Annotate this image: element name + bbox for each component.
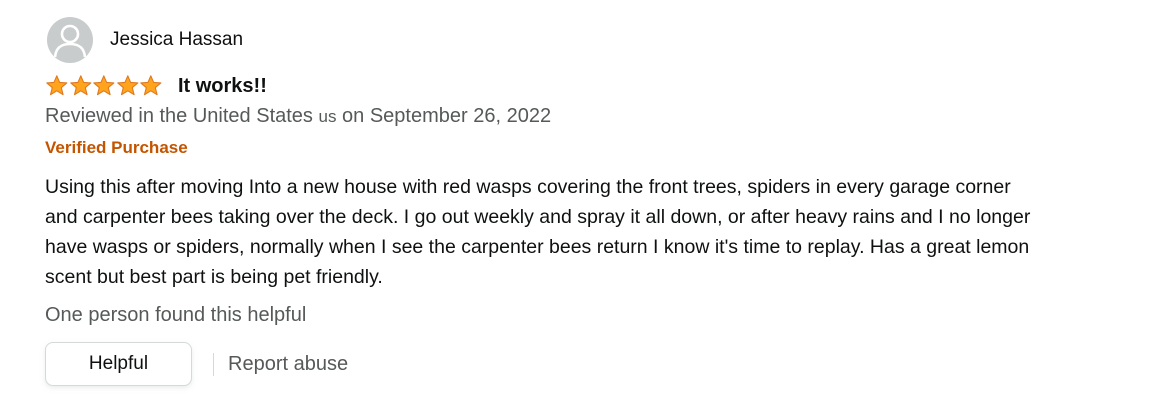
star-icon — [140, 75, 162, 96]
reviewer-name[interactable]: Jessica Hassan — [110, 29, 243, 51]
star-icon — [46, 75, 68, 96]
rating-row: It works!! — [45, 73, 267, 99]
country-code: us — [318, 107, 337, 126]
customer-review: Jessica Hassan It works!! Reviewed in th… — [0, 0, 1152, 415]
review-body: Using this after moving Into a new house… — [45, 176, 1031, 288]
star-icon — [93, 75, 115, 96]
verified-purchase-badge: Verified Purchase — [45, 138, 188, 157]
default-avatar-icon — [47, 17, 93, 63]
star-rating[interactable] — [45, 73, 163, 99]
action-divider — [213, 352, 214, 376]
review-date: Reviewed in the United States us on Sept… — [45, 105, 551, 128]
review-date-prefix: Reviewed in the United States — [45, 105, 313, 127]
report-abuse-link[interactable]: Report abuse — [228, 353, 348, 376]
star-icon — [69, 75, 91, 96]
review-date-suffix: on September 26, 2022 — [342, 105, 552, 127]
star-icon — [117, 75, 139, 96]
review-title[interactable]: It works!! — [178, 75, 267, 98]
helpful-button[interactable]: Helpful — [45, 342, 192, 386]
review-actions: Helpful Report abuse — [45, 342, 348, 386]
reviewer-profile[interactable]: Jessica Hassan — [47, 17, 243, 63]
helpful-count: One person found this helpful — [45, 304, 307, 326]
